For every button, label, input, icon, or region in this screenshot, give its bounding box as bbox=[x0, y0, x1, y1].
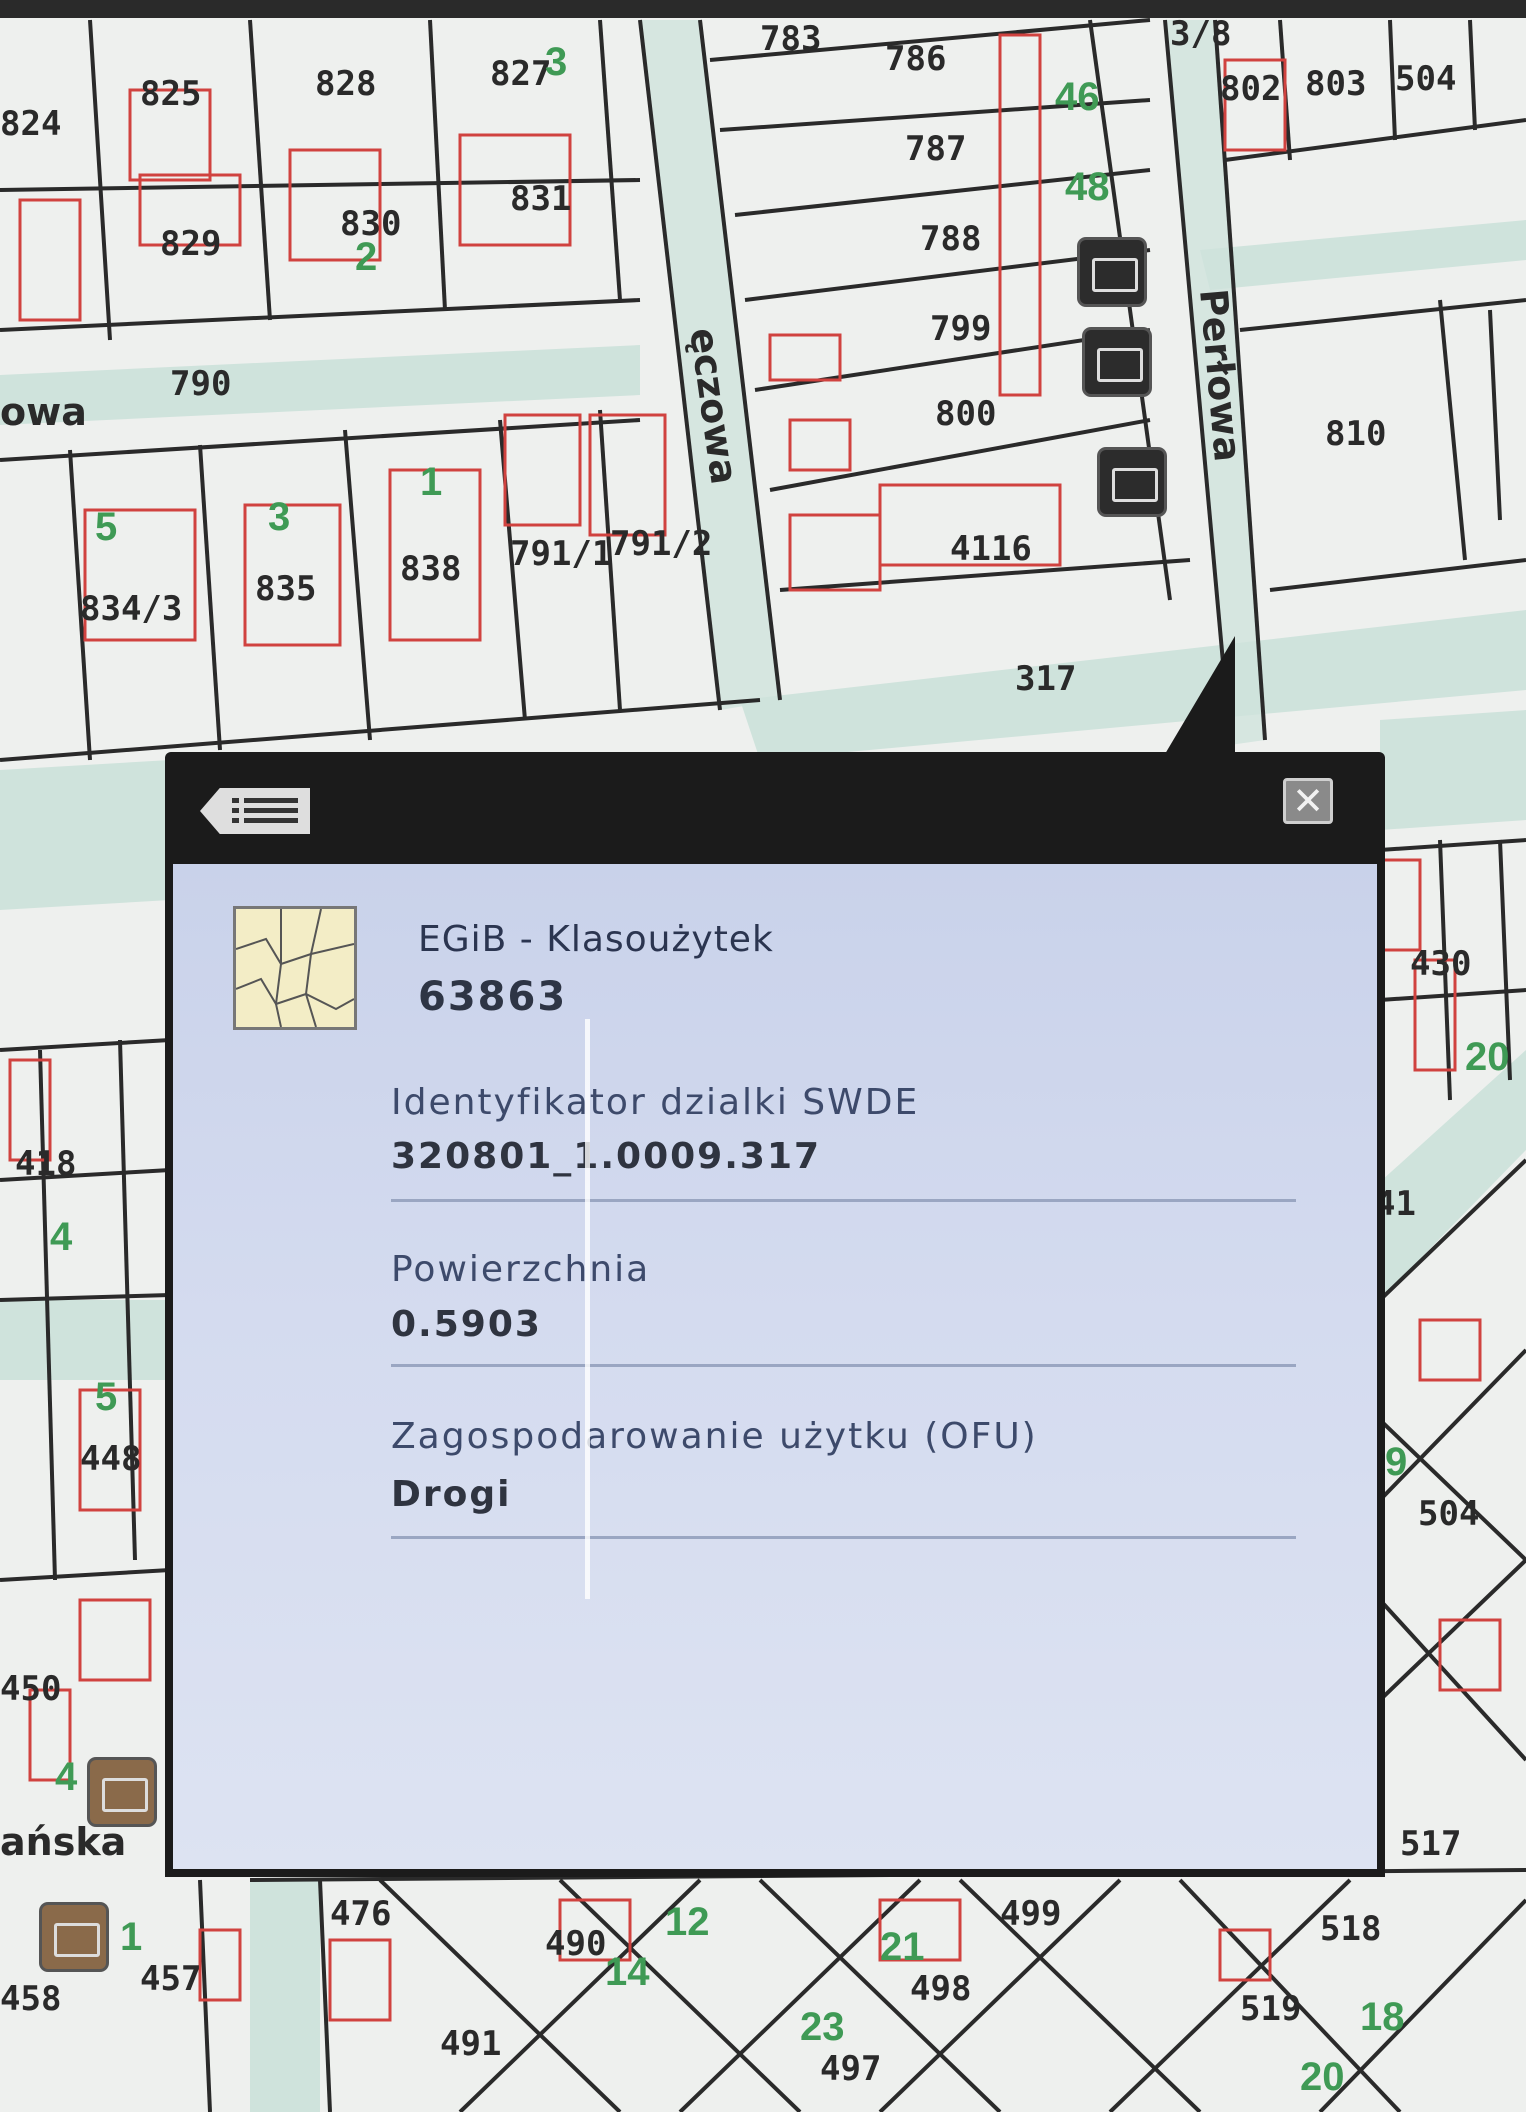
bus-stop-icon[interactable] bbox=[90, 1760, 154, 1824]
parcel-label: 504 bbox=[1395, 59, 1456, 99]
parcel-label: 787 bbox=[905, 129, 966, 169]
parcel-label: 790 bbox=[170, 364, 231, 404]
house-number: 20 bbox=[1465, 1035, 1510, 1079]
popup-header: ✕ bbox=[165, 752, 1385, 864]
parcel-label: 802 bbox=[1220, 69, 1281, 109]
parcel-label: 824 bbox=[0, 104, 61, 144]
field-value-parcel-id: 320801_1.0009.317 bbox=[391, 1136, 822, 1177]
house-number: 3 bbox=[268, 495, 290, 539]
parcel-label: 827 bbox=[490, 54, 551, 94]
house-number: 3 bbox=[545, 40, 567, 84]
parcel-label: 799 bbox=[930, 309, 991, 349]
field-divider bbox=[391, 1536, 1296, 1539]
parcel-label: 834/3 bbox=[80, 589, 182, 629]
parcel-label: 518 bbox=[1320, 1909, 1381, 1949]
house-number: 12 bbox=[665, 1900, 710, 1944]
parcel-label: 783 bbox=[760, 19, 821, 59]
house-number: 48 bbox=[1065, 165, 1110, 209]
parcel-label: 791/2 bbox=[610, 524, 712, 564]
parcel-label: 3/8 bbox=[1170, 14, 1231, 54]
field-divider bbox=[391, 1199, 1296, 1202]
parcel-label: 800 bbox=[935, 394, 996, 434]
parcel-label: 491 bbox=[440, 2024, 501, 2064]
house-number: 1 bbox=[420, 460, 442, 504]
close-button[interactable]: ✕ bbox=[1283, 778, 1333, 824]
street-label: ańska bbox=[0, 1820, 126, 1864]
parcel-label: 831 bbox=[510, 179, 571, 219]
parcel-label: 786 bbox=[885, 39, 946, 79]
parcel-label: 448 bbox=[80, 1439, 141, 1479]
street-label: owa bbox=[0, 390, 87, 434]
popup-body: EGiB - Klasoużytek 63863 Identyfikator d… bbox=[165, 864, 1385, 1877]
parcel-label: 4116 bbox=[950, 529, 1032, 569]
field-label-area: Powierzchnia bbox=[391, 1249, 651, 1290]
bus-stop-icon[interactable] bbox=[1080, 240, 1144, 304]
field-label-parcel-id: Identyfikator dzialki SWDE bbox=[391, 1082, 920, 1123]
house-number: 4 bbox=[55, 1755, 78, 1799]
parcel-label: 829 bbox=[160, 224, 221, 264]
house-number: 21 bbox=[880, 1925, 925, 1969]
parcel-label: 803 bbox=[1305, 64, 1366, 104]
bus-stop-icon[interactable] bbox=[1085, 330, 1149, 394]
parcel-label: 490 bbox=[545, 1924, 606, 1964]
house-number: 20 bbox=[1300, 2055, 1345, 2099]
layer-thumbnail-icon bbox=[235, 908, 355, 1028]
parcel-label: 519 bbox=[1240, 1989, 1301, 2029]
list-button[interactable] bbox=[200, 788, 310, 834]
house-number: 46 bbox=[1055, 75, 1100, 119]
popup-pointer bbox=[1165, 636, 1235, 754]
parcel-label: 457 bbox=[140, 1959, 201, 1999]
parcel-label: 825 bbox=[140, 74, 201, 114]
parcel-label: 838 bbox=[400, 549, 461, 589]
bus-stop-icon[interactable] bbox=[1100, 450, 1164, 514]
identify-popup: ✕ EGiB - Klasoużytek 63863 Identyfikator… bbox=[165, 752, 1385, 1877]
parcel-label: 458 bbox=[0, 1979, 61, 2019]
parcel-label: 517 bbox=[1400, 1824, 1461, 1864]
parcel-label: 498 bbox=[910, 1969, 971, 2009]
parcel-label: 317 bbox=[1015, 659, 1076, 699]
parcel-label: 788 bbox=[920, 219, 981, 259]
layer-title: EGiB - Klasoużytek bbox=[418, 919, 774, 960]
parcel-label: 497 bbox=[820, 2049, 881, 2089]
parcel-label: 504 bbox=[1418, 1494, 1479, 1534]
parcel-label: 810 bbox=[1325, 414, 1386, 454]
parcel-map-thumbnail bbox=[233, 906, 357, 1030]
parcel-label: 430 bbox=[1410, 944, 1471, 984]
house-number: 14 bbox=[605, 1950, 650, 1994]
field-label-land-use: Zagospodarowanie użytku (OFU) bbox=[391, 1416, 1038, 1457]
house-number: 1 bbox=[120, 1915, 142, 1959]
bus-stop-icon[interactable] bbox=[42, 1905, 106, 1969]
parcel-label: 476 bbox=[330, 1894, 391, 1934]
field-value-area: 0.5903 bbox=[391, 1304, 542, 1345]
parcel-label: 450 bbox=[0, 1669, 61, 1709]
parcel-label: 828 bbox=[315, 64, 376, 104]
parcel-label: 418 bbox=[15, 1144, 76, 1184]
house-number: 18 bbox=[1360, 1995, 1405, 2039]
field-divider bbox=[391, 1364, 1296, 1367]
house-number: 5 bbox=[95, 505, 117, 549]
parcel-label: 791/1 bbox=[510, 534, 612, 574]
parcel-label: 499 bbox=[1000, 1894, 1061, 1934]
feature-id: 63863 bbox=[418, 974, 568, 1020]
screen-glare bbox=[585, 1019, 590, 1599]
house-number: 4 bbox=[50, 1215, 73, 1259]
house-number: 5 bbox=[95, 1375, 117, 1419]
field-value-land-use: Drogi bbox=[391, 1474, 512, 1515]
house-number: 2 bbox=[355, 235, 377, 279]
house-number: 9 bbox=[1385, 1440, 1407, 1484]
house-number: 23 bbox=[800, 2005, 845, 2049]
parcel-label: 835 bbox=[255, 569, 316, 609]
close-icon: ✕ bbox=[1292, 779, 1324, 823]
